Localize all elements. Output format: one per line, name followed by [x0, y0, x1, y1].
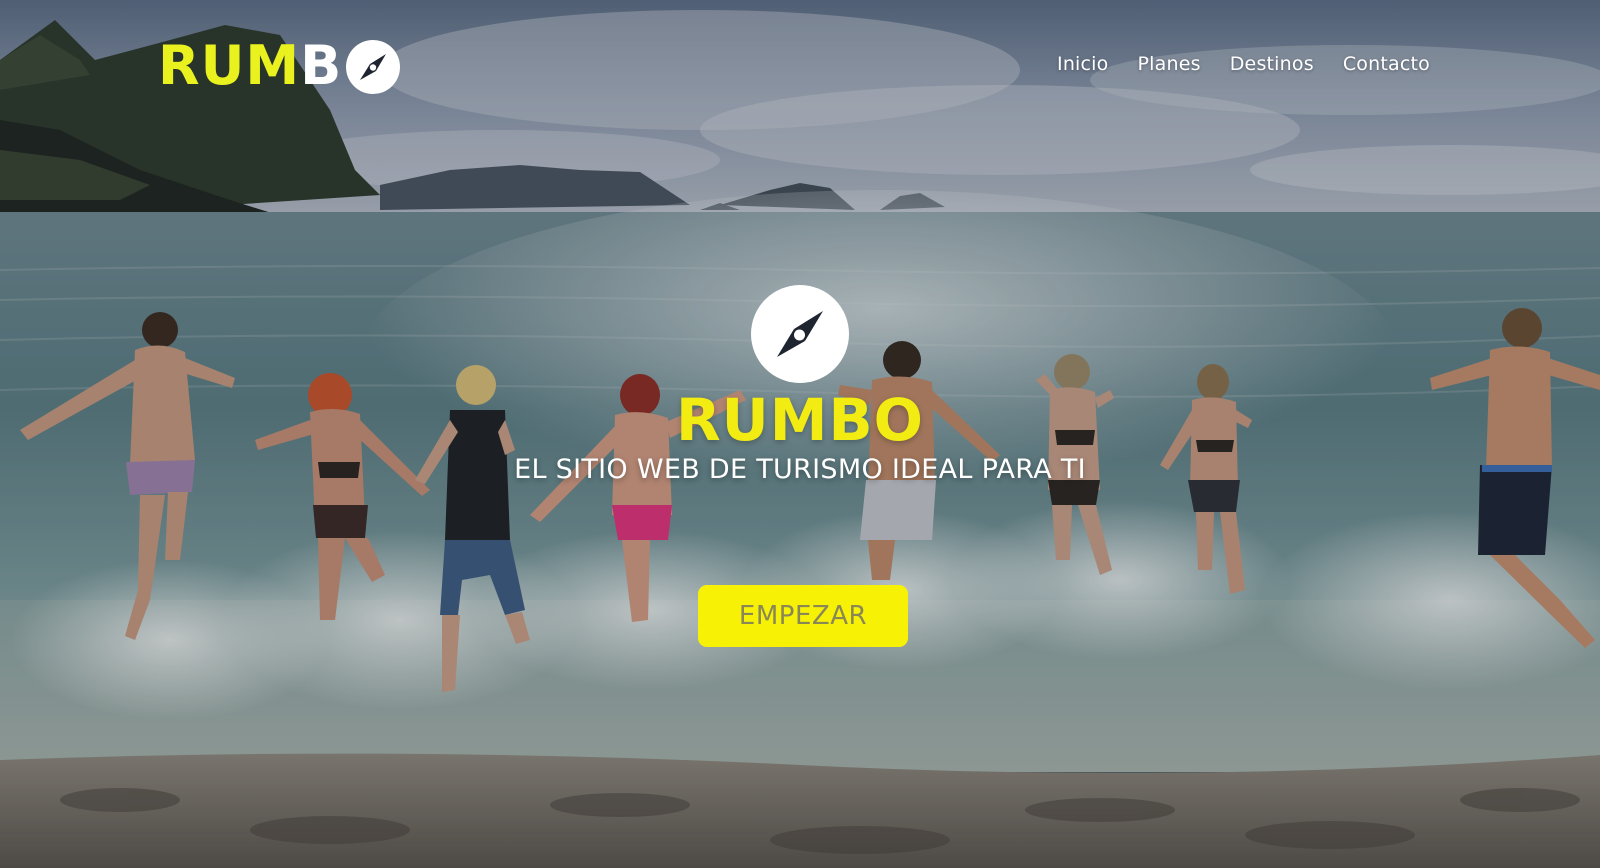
hero-title: RUMBO [676, 386, 924, 454]
hero-content: RUMBO EL SITIO WEB DE TURISMO IDEAL PARA… [0, 285, 1600, 487]
hero-subtitle: EL SITIO WEB DE TURISMO IDEAL PARA TI [514, 454, 1086, 485]
site-header: RUMB Inicio Planes Destinos Contacto [0, 0, 1600, 130]
logo-link[interactable]: RUMB [158, 36, 401, 96]
nav-link-contacto[interactable]: Contacto [1343, 53, 1430, 75]
compass-icon [346, 40, 401, 94]
start-button[interactable]: EMPEZAR [698, 585, 908, 647]
logo-wordmark: RUMB [158, 36, 342, 96]
logo-text-white: B [300, 34, 343, 97]
logo-text-yellow: RUM [158, 34, 301, 97]
main-nav: Inicio Planes Destinos Contacto [1057, 53, 1430, 75]
nav-link-inicio[interactable]: Inicio [1057, 53, 1108, 75]
hero-section: RUMB Inicio Planes Destinos Contacto RUM… [0, 0, 1600, 868]
nav-link-planes[interactable]: Planes [1138, 53, 1201, 75]
compass-icon [751, 285, 849, 383]
nav-link-destinos[interactable]: Destinos [1230, 53, 1314, 75]
